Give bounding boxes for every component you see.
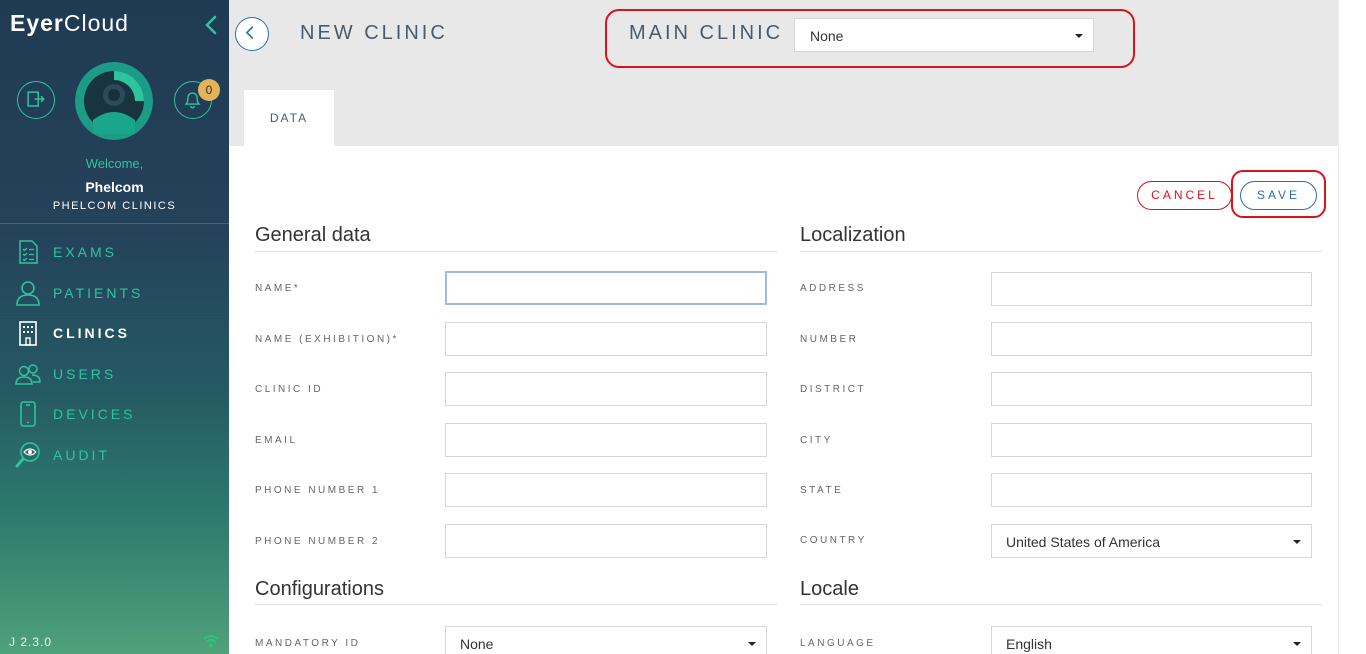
- avatar[interactable]: [75, 62, 153, 140]
- country-select[interactable]: United States of America: [991, 524, 1312, 558]
- caret-down-icon: [1075, 34, 1083, 38]
- phone-icon: [20, 401, 36, 428]
- state-input[interactable]: [991, 473, 1312, 507]
- main-clinic-select[interactable]: None: [794, 18, 1094, 52]
- main-clinic-value: None: [810, 28, 844, 44]
- main-nav: EXAMS PATIENTS CLINICS USERS DEVICES AUD…: [0, 232, 229, 475]
- back-button[interactable]: [235, 17, 269, 51]
- city-input[interactable]: [991, 423, 1312, 457]
- section-title-localization: Localization: [800, 224, 906, 246]
- wifi-icon: [203, 635, 219, 648]
- name-exhibition-input[interactable]: [445, 322, 767, 356]
- version-label: J 2.3.0: [9, 635, 53, 649]
- organization-name: PHELCOM CLINICS: [52, 200, 177, 212]
- field-label: LANGUAGE: [800, 638, 876, 649]
- divider: [800, 251, 1322, 252]
- nav-label: CLINICS: [53, 325, 130, 342]
- field-label: MANDATORY ID: [255, 638, 361, 649]
- chevron-left-icon[interactable]: [200, 12, 222, 38]
- section-title-configurations: Configurations: [255, 578, 384, 600]
- field-label: COUNTRY: [800, 535, 867, 546]
- field-label: NUMBER: [800, 334, 859, 345]
- caret-down-icon: [748, 642, 756, 646]
- nav-label: PATIENTS: [53, 284, 144, 301]
- users-icon: [15, 364, 41, 385]
- section-title-general: General data: [255, 224, 371, 246]
- nav-item-users[interactable]: USERS: [0, 354, 229, 395]
- magnifier-eye-icon: [15, 441, 40, 468]
- username: Phelcom: [85, 179, 144, 195]
- language-value: English: [1006, 636, 1052, 652]
- mandatory-id-select[interactable]: None: [445, 626, 767, 654]
- welcome-text: Welcome,: [85, 156, 144, 171]
- phone-1-input[interactable]: [445, 473, 767, 507]
- logout-icon: [27, 91, 45, 107]
- field-label: DISTRICT: [800, 384, 867, 395]
- nav-label: DEVICES: [53, 406, 136, 423]
- field-label: CITY: [800, 435, 833, 446]
- field-label: CLINIC ID: [255, 384, 324, 395]
- caret-down-icon: [1293, 540, 1301, 544]
- right-edge: [1338, 0, 1366, 654]
- divider: [800, 604, 1322, 605]
- main-clinic-label: MAIN CLINIC: [629, 22, 784, 44]
- nav-label: USERS: [53, 365, 117, 382]
- country-value: United States of America: [1006, 534, 1161, 550]
- mandatory-id-value: None: [460, 636, 494, 652]
- nav-item-clinics[interactable]: CLINICS: [0, 313, 229, 354]
- field-label: NAME (EXHIBITION)*: [255, 334, 399, 345]
- language-select[interactable]: English: [991, 626, 1312, 654]
- field-label: ADDRESS: [800, 283, 866, 294]
- section-title-locale: Locale: [800, 578, 859, 600]
- clinic-id-input[interactable]: [445, 372, 767, 406]
- field-label: STATE: [800, 485, 844, 496]
- building-icon: [19, 321, 37, 347]
- field-label: PHONE NUMBER 2: [255, 536, 381, 547]
- nav-item-audit[interactable]: AUDIT: [0, 435, 229, 476]
- nav-item-devices[interactable]: DEVICES: [0, 394, 229, 435]
- exam-list-icon: [19, 240, 38, 264]
- field-label: EMAIL: [255, 435, 298, 446]
- divider: [255, 604, 777, 605]
- logout-button[interactable]: [17, 81, 55, 119]
- nav-label: EXAMS: [53, 244, 118, 261]
- nav-item-exams[interactable]: EXAMS: [0, 232, 229, 273]
- cancel-button[interactable]: CANCEL: [1137, 181, 1232, 210]
- sidebar: EyerCloud 0 Welcome, Phelcom PHELCOM CLI…: [0, 0, 229, 654]
- district-input[interactable]: [991, 372, 1312, 406]
- tab-data[interactable]: DATA: [244, 90, 334, 146]
- nav-item-patients[interactable]: PATIENTS: [0, 273, 229, 314]
- name-input[interactable]: [445, 271, 767, 305]
- save-button[interactable]: SAVE: [1240, 181, 1317, 210]
- profile-block: 0 Welcome, Phelcom PHELCOM CLINICS: [0, 48, 229, 224]
- page-header: NEW CLINIC MAIN CLINIC None DATA: [229, 0, 1338, 146]
- field-label: NAME*: [255, 283, 301, 294]
- user-icon: [16, 280, 40, 306]
- email-input[interactable]: [445, 423, 767, 457]
- phone-2-input[interactable]: [445, 524, 767, 558]
- nav-label: AUDIT: [53, 446, 110, 463]
- number-input[interactable]: [991, 322, 1312, 356]
- divider: [255, 251, 777, 252]
- caret-down-icon: [1293, 642, 1301, 646]
- app-logo: EyerCloud: [10, 10, 129, 36]
- address-input[interactable]: [991, 272, 1312, 306]
- notification-badge: 0: [198, 79, 220, 101]
- field-label: PHONE NUMBER 1: [255, 485, 381, 496]
- chevron-left-icon: [245, 26, 254, 39]
- page-title: NEW CLINIC: [300, 22, 448, 44]
